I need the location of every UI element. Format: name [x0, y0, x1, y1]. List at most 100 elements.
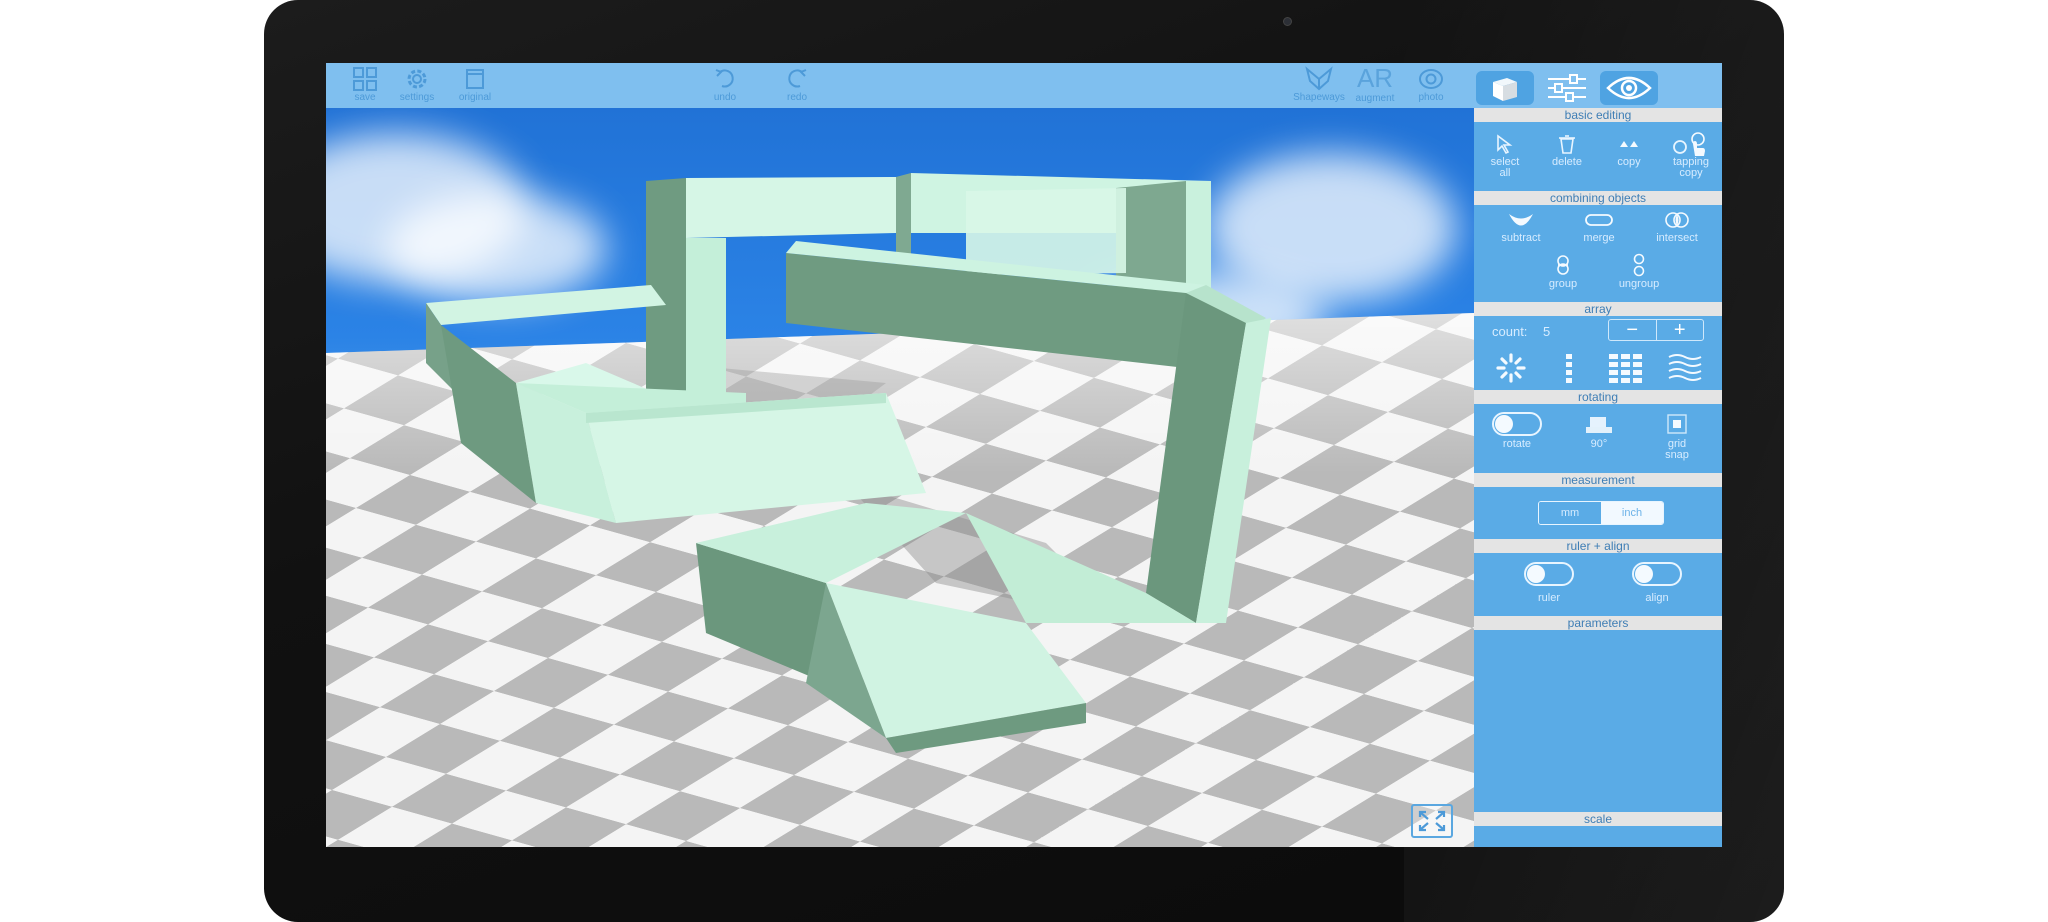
eye-icon — [1606, 76, 1652, 100]
original-label: original — [458, 92, 492, 103]
unit-switch: mm inch — [1538, 501, 1664, 525]
merge-icon — [1585, 214, 1613, 226]
augment-button[interactable]: AR augment — [1344, 63, 1406, 108]
redo-label: redo — [786, 92, 807, 103]
rotate-label: rotate — [1502, 438, 1532, 450]
original-button[interactable]: original — [444, 63, 506, 108]
count-label: count: — [1492, 324, 1528, 339]
section-rotating: rotating — [1474, 390, 1722, 404]
intersect-icon — [1665, 212, 1689, 228]
count-stepper: − + — [1608, 319, 1704, 341]
ruler-toggle[interactable]: ruler — [1518, 561, 1580, 604]
count-plus-button[interactable]: + — [1657, 320, 1704, 340]
unit-inch-option[interactable]: inch — [1601, 502, 1663, 524]
radial-array-icon — [1496, 353, 1526, 383]
section-basic-editing: basic editing — [1474, 108, 1722, 122]
gear-icon — [407, 69, 427, 89]
sliders-icon — [1548, 74, 1586, 102]
undo-button[interactable]: undo — [694, 63, 756, 108]
section-combining-objects: combining objects — [1474, 191, 1722, 205]
select-all-button[interactable]: select all — [1474, 131, 1536, 179]
subtract-button[interactable]: subtract — [1490, 207, 1552, 244]
fullscreen-button[interactable] — [1411, 804, 1453, 838]
tools-panel: basic editing select all delete copy tap… — [1474, 63, 1722, 847]
panel-tabs — [1474, 63, 1722, 108]
grid-snap-icon — [1667, 414, 1687, 434]
document-icon — [466, 69, 484, 89]
tab-objects[interactable] — [1476, 71, 1534, 105]
rotate-90-button[interactable]: 90° — [1568, 411, 1630, 450]
merge-label: merge — [1583, 232, 1615, 244]
wave-array-icon — [1668, 354, 1702, 381]
cube-icon — [1493, 78, 1517, 101]
grid-icon — [353, 67, 377, 91]
align-toggle[interactable]: align — [1626, 561, 1688, 604]
grid-snap-label: grid snap — [1665, 438, 1689, 461]
ruler-switch[interactable] — [1524, 562, 1574, 586]
settings-button[interactable]: settings — [386, 63, 448, 108]
photo-button[interactable]: photo — [1400, 63, 1462, 108]
intersect-label: intersect — [1656, 232, 1698, 244]
redo-icon — [788, 69, 807, 88]
tab-view[interactable] — [1600, 71, 1658, 105]
array-radial-button[interactable] — [1480, 351, 1542, 385]
save-label: save — [354, 92, 376, 103]
array-linear-button[interactable] — [1538, 351, 1600, 385]
subtract-label: subtract — [1501, 232, 1541, 244]
array-wave-button[interactable] — [1654, 351, 1716, 385]
copy-button[interactable]: copy — [1598, 131, 1660, 168]
section-scale: scale — [1474, 812, 1722, 826]
count-value: 5 — [1543, 324, 1551, 339]
copy-icon — [1620, 141, 1638, 147]
unit-mm-option[interactable]: mm — [1539, 502, 1601, 524]
select-all-label: select all — [1490, 156, 1520, 179]
rotate-90-icon — [1586, 417, 1612, 433]
ungroup-icon — [1633, 253, 1645, 277]
subtract-icon — [1509, 214, 1533, 226]
photo-label: photo — [1418, 92, 1444, 103]
shapeways-button[interactable]: Shapeways — [1288, 63, 1350, 108]
redo-button[interactable]: redo — [766, 63, 828, 108]
section-parameters: parameters — [1474, 616, 1722, 630]
align-switch[interactable] — [1632, 562, 1682, 586]
trash-icon — [1559, 135, 1575, 154]
scene-canvas — [326, 173, 1474, 847]
delete-button[interactable]: delete — [1536, 131, 1598, 168]
camera-icon — [1283, 17, 1292, 26]
section-array: array — [1474, 302, 1722, 316]
ungroup-button[interactable]: ungroup — [1608, 253, 1670, 290]
undo-label: undo — [713, 92, 737, 103]
group-label: group — [1548, 278, 1578, 290]
delete-label: delete — [1552, 156, 1582, 168]
top-toolbar: save settings original undo redo Shapewa… — [326, 63, 1474, 108]
shapeways-label: Shapeways — [1293, 92, 1345, 103]
tab-adjust[interactable] — [1538, 71, 1596, 105]
section-measurement: measurement — [1474, 473, 1722, 487]
rotate-toggle[interactable]: rotate — [1486, 411, 1548, 450]
ungroup-label: ungroup — [1618, 278, 1660, 290]
fullscreen-icon — [1418, 810, 1446, 832]
align-label: align — [1645, 592, 1669, 604]
merge-button[interactable]: merge — [1568, 207, 1630, 244]
copy-label: copy — [1617, 156, 1641, 168]
app-screen: save settings original undo redo Shapewa… — [326, 63, 1722, 847]
count-minus-button[interactable]: − — [1609, 320, 1657, 340]
augment-label: augment — [1355, 93, 1395, 104]
tapping-copy-button[interactable]: tapping copy — [1660, 131, 1722, 179]
tap-icon — [1673, 132, 1705, 156]
group-icon — [1557, 255, 1569, 275]
tapping-copy-label: tapping copy — [1672, 156, 1710, 179]
intersect-button[interactable]: intersect — [1646, 207, 1708, 244]
shapeways-icon — [1305, 66, 1333, 91]
grid-snap-button[interactable]: grid snap — [1646, 411, 1708, 461]
undo-icon — [715, 69, 734, 88]
cursor-icon — [1497, 134, 1513, 155]
array-grid-button[interactable] — [1596, 351, 1658, 385]
ruler-label: ruler — [1537, 592, 1560, 604]
photo-icon — [1419, 69, 1443, 89]
grid-array-icon — [1609, 354, 1642, 383]
array-count: count: 5 — [1492, 324, 1550, 339]
rotate-switch[interactable] — [1492, 412, 1542, 436]
3d-viewport[interactable]: save settings original undo redo Shapewa… — [326, 63, 1474, 847]
group-button[interactable]: group — [1532, 253, 1594, 290]
